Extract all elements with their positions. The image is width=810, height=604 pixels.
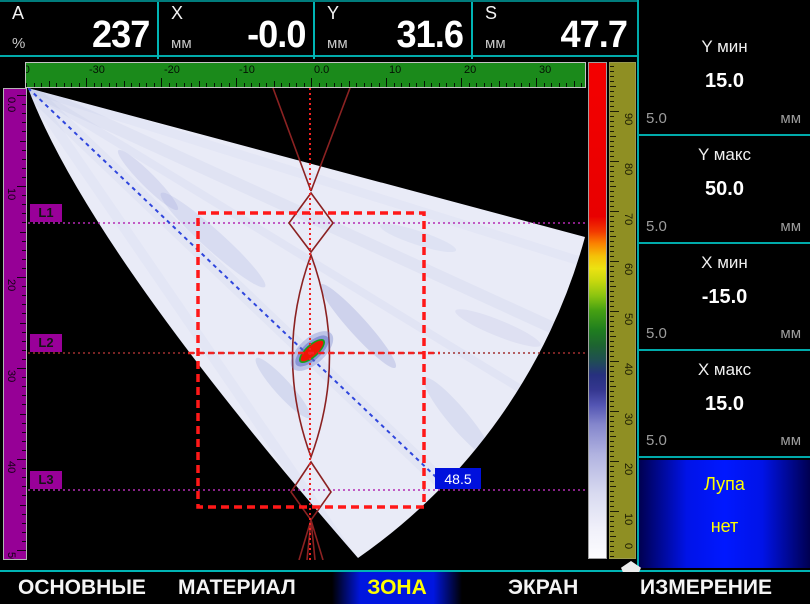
svg-text:48.5: 48.5 [444, 471, 471, 487]
v-ruler-label: 50 [5, 552, 17, 560]
readout-label: A [12, 3, 24, 24]
param-unit: мм [780, 218, 801, 235]
v-ruler-label: 20 [5, 279, 17, 291]
param-y-max[interactable]: Y макс 50.0 5.0 мм [639, 136, 810, 244]
param-value: -15.0 [639, 286, 810, 309]
h-ruler-label: 20 [464, 64, 476, 76]
param-zoom-lupa[interactable]: Лупа нет [639, 460, 810, 568]
readout-unit: мм [485, 35, 506, 52]
amplitude-color-scale [588, 62, 607, 559]
amp-ruler-label: 70 [622, 213, 634, 225]
h-ruler-label: 0.0 [314, 64, 329, 76]
amp-ruler-label: 20 [622, 463, 634, 475]
readout-s: S мм 47.7 [473, 2, 635, 55]
param-value: 50.0 [639, 178, 810, 201]
menu-item-zona-highlight[interactable]: ЗОНА [332, 572, 462, 604]
menu-item-osnovnye[interactable]: ОСНОВНЫЕ [18, 576, 146, 600]
param-x-max[interactable]: X макс 15.0 5.0 мм [639, 351, 810, 458]
v-ruler-label: 40 [5, 461, 17, 473]
readout-unit: мм [327, 35, 348, 52]
readout-unit: мм [171, 35, 192, 52]
h-ruler-label: 10 [389, 64, 401, 76]
measurement-readout-bar: A % 237 X мм -0.0 Y мм 31.6 S мм 47.7 [0, 0, 637, 57]
h-ruler-label: 30 [539, 64, 551, 76]
sector-scan-viewport[interactable]: 48.5 L1L2L3 [28, 88, 586, 560]
readout-unit: % [12, 35, 25, 52]
readout-value: -0.0 [247, 14, 305, 57]
beam-angle-tag: 48.5 [435, 468, 481, 489]
param-unit: мм [780, 432, 801, 449]
amp-ruler-label: 30 [622, 413, 634, 425]
amplitude-ruler: 90 80 70 60 50 40 30 20 10 0 [609, 62, 636, 559]
menu-item-material[interactable]: МАТЕРИАЛ [178, 576, 296, 600]
h-ruler-label: -20 [164, 64, 180, 76]
v-ruler-label: 10 [5, 188, 17, 200]
param-step: 5.0 [646, 432, 667, 449]
param-x-min[interactable]: X мин -15.0 5.0 мм [639, 244, 810, 351]
amp-ruler-label: 50 [622, 313, 634, 325]
main-menu-bar: ОСНОВНЫЕ МАТЕРИАЛ ЗОНА ЭКРАН ИЗМЕРЕНИЕ [0, 572, 810, 604]
param-step: 5.0 [646, 218, 667, 235]
param-title: Y мин [639, 37, 810, 57]
h-ruler-label: -10 [239, 64, 255, 76]
param-title: X мин [639, 253, 810, 273]
param-title: Лупа [639, 474, 810, 495]
amp-ruler-label: 10 [622, 513, 634, 525]
v-ruler-label: 30 [5, 370, 17, 382]
sector-scan-image: 48.5 [28, 88, 586, 560]
flaw-detector-screen: A % 237 X мм -0.0 Y мм 31.6 S мм 47.7 48… [0, 0, 810, 604]
amp-ruler-label: 90 [622, 113, 634, 125]
param-step: 5.0 [646, 325, 667, 342]
h-ruler-label: -40 [25, 64, 30, 76]
param-title: X макс [639, 360, 810, 380]
parameter-panel: Y мин 15.0 5.0 мм Y макс 50.0 5.0 мм X м… [637, 0, 810, 570]
param-step: 5.0 [646, 110, 667, 127]
readout-x: X мм -0.0 [159, 2, 313, 55]
readout-value: 47.7 [561, 14, 627, 57]
h-ruler-label: -30 [89, 64, 105, 76]
readout-label: X [171, 3, 183, 24]
readout-value: 31.6 [397, 14, 463, 57]
v-ruler-label: 0.0 [5, 97, 17, 112]
amp-ruler-label: 40 [622, 363, 634, 375]
menu-item-zona[interactable]: ЗОНА [332, 576, 462, 600]
horizontal-distance-ruler: -40 -30 -20 -10 0.0 10 20 30 [25, 62, 586, 88]
readout-value: 237 [92, 14, 149, 57]
param-value: 15.0 [639, 393, 810, 416]
param-value: нет [639, 516, 810, 537]
readout-amplitude: A % 237 [0, 2, 157, 55]
readout-y: Y мм 31.6 [315, 2, 471, 55]
param-y-min[interactable]: Y мин 15.0 5.0 мм [639, 28, 810, 136]
vertical-depth-ruler: 0.0 10 20 30 40 50 [3, 88, 27, 560]
param-title: Y макс [639, 145, 810, 165]
readout-label: Y [327, 3, 339, 24]
menu-item-ekran[interactable]: ЭКРАН [508, 576, 578, 600]
amp-ruler-label: 80 [622, 163, 634, 175]
readout-label: S [485, 3, 497, 24]
param-value: 15.0 [639, 70, 810, 93]
menu-item-izmerenie[interactable]: ИЗМЕРЕНИЕ [640, 576, 772, 600]
amp-ruler-label: 60 [622, 263, 634, 275]
param-unit: мм [780, 110, 801, 127]
amp-ruler-label: 0 [622, 543, 634, 549]
param-unit: мм [780, 325, 801, 342]
